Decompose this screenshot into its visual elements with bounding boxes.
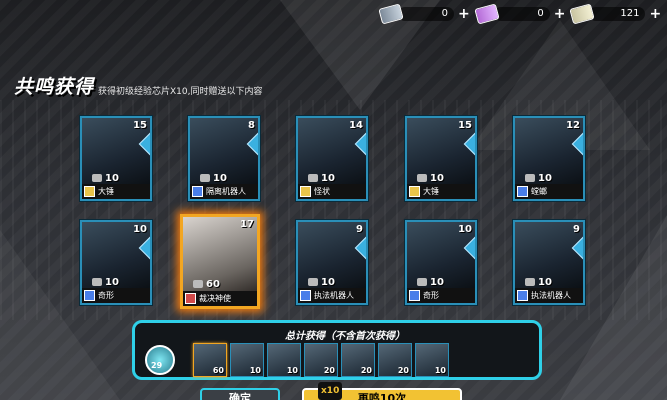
class-badge-icon bbox=[300, 290, 311, 301]
class-badge-icon bbox=[409, 186, 420, 197]
chip-icon bbox=[308, 174, 318, 182]
card-count: 60 bbox=[193, 279, 220, 290]
card-count: 10 bbox=[92, 277, 119, 288]
class-badge-icon bbox=[300, 186, 311, 197]
card-level: 8 bbox=[248, 120, 255, 131]
summary-item[interactable]: 10 bbox=[230, 343, 264, 377]
add-currency-button[interactable]: + bbox=[458, 7, 470, 21]
page-title: 共鸣获得 bbox=[14, 76, 95, 98]
summary-item[interactable]: 20 bbox=[304, 343, 338, 377]
reward-grid: 15 10 大锤 8 10 隔离机器人 14 10 怪状 15 10 大锤 12… bbox=[80, 116, 585, 312]
exp-chip-icon bbox=[145, 345, 175, 375]
reward-card[interactable]: 9 10 执法机器人 bbox=[296, 220, 368, 305]
class-badge-icon bbox=[84, 186, 95, 197]
chip-icon bbox=[92, 278, 102, 286]
card-level: 12 bbox=[566, 120, 580, 131]
ticket-icon bbox=[569, 3, 596, 25]
currency-crystal: 0 + bbox=[474, 3, 566, 25]
class-badge-icon bbox=[185, 293, 196, 304]
reward-card[interactable]: 14 10 怪状 bbox=[296, 116, 368, 201]
card-level: 15 bbox=[458, 120, 472, 131]
card-level: 10 bbox=[458, 224, 472, 235]
currency-chip: 0 + bbox=[378, 3, 470, 25]
summary-item[interactable]: 10 bbox=[415, 343, 449, 377]
summary-title: 总计获得（不含首次获得） bbox=[285, 331, 405, 342]
summary-item[interactable]: 60 bbox=[193, 343, 227, 377]
repeat-summon-label: 再鸣10次 bbox=[357, 392, 407, 400]
class-badge-icon bbox=[517, 186, 528, 197]
card-level: 9 bbox=[573, 224, 580, 235]
exp-chip-count: 29 bbox=[151, 361, 163, 370]
reward-card[interactable]: 15 10 大锤 bbox=[405, 116, 477, 201]
card-count: 10 bbox=[525, 277, 552, 288]
card-count: 10 bbox=[308, 173, 335, 184]
page-subtitle: 获得初级经验芯片X10,同时赠送以下内容 bbox=[98, 87, 263, 97]
currency-value: 0 bbox=[398, 7, 454, 21]
card-count: 10 bbox=[200, 173, 227, 184]
crystal-icon bbox=[474, 3, 500, 25]
card-level: 15 bbox=[133, 120, 147, 131]
add-currency-button[interactable]: + bbox=[649, 7, 661, 21]
summary-item[interactable]: 20 bbox=[341, 343, 375, 377]
currency-value: 121 bbox=[589, 7, 646, 21]
class-badge-icon bbox=[409, 290, 420, 301]
card-count: 10 bbox=[417, 173, 444, 184]
add-currency-button[interactable]: + bbox=[554, 7, 566, 21]
card-level: 14 bbox=[349, 120, 363, 131]
class-badge-icon bbox=[517, 290, 528, 301]
reward-card[interactable]: 12 10 螳螂 bbox=[513, 116, 585, 201]
card-count: 10 bbox=[417, 277, 444, 288]
currency-ticket: 121 + bbox=[569, 3, 661, 25]
chip-icon bbox=[525, 278, 535, 286]
repeat-summon-button[interactable]: x10 再鸣10次 bbox=[302, 382, 462, 400]
reward-card[interactable]: 15 10 大锤 bbox=[80, 116, 152, 201]
card-level: 17 bbox=[240, 219, 254, 230]
reward-card-rare[interactable]: 17 60 裁决神使 bbox=[180, 214, 260, 309]
chip-icon bbox=[525, 174, 535, 182]
reward-card[interactable]: 10 10 奇形 bbox=[80, 220, 152, 305]
chip-icon bbox=[193, 280, 203, 288]
reward-card[interactable]: 9 10 执法机器人 bbox=[513, 220, 585, 305]
currency-bar: 0 + 0 + 121 + bbox=[378, 3, 667, 25]
chip-icon bbox=[417, 174, 427, 182]
summary-item[interactable]: 20 bbox=[378, 343, 412, 377]
card-count: 10 bbox=[308, 277, 335, 288]
confirm-button[interactable]: 确定 bbox=[200, 388, 280, 400]
summary-panel: 总计获得（不含首次获得） 29 60 10 10 20 20 20 10 bbox=[132, 320, 542, 380]
chip-icon bbox=[417, 278, 427, 286]
reward-card[interactable]: 10 10 奇形 bbox=[405, 220, 477, 305]
card-count: 10 bbox=[525, 173, 552, 184]
card-level: 9 bbox=[356, 224, 363, 235]
currency-value: 0 bbox=[493, 7, 550, 21]
chip-icon bbox=[92, 174, 102, 182]
summary-item[interactable]: 10 bbox=[267, 343, 301, 377]
chip-icon bbox=[200, 174, 210, 182]
summary-items: 60 10 10 20 20 20 10 bbox=[193, 343, 452, 377]
chip-icon bbox=[378, 3, 404, 25]
repeat-count-badge: x10 bbox=[318, 382, 343, 400]
class-badge-icon bbox=[84, 290, 95, 301]
reward-card[interactable]: 8 10 隔离机器人 bbox=[188, 116, 260, 201]
card-level: 10 bbox=[133, 224, 147, 235]
chip-icon bbox=[308, 278, 318, 286]
card-count: 10 bbox=[92, 173, 119, 184]
class-badge-icon bbox=[192, 186, 203, 197]
